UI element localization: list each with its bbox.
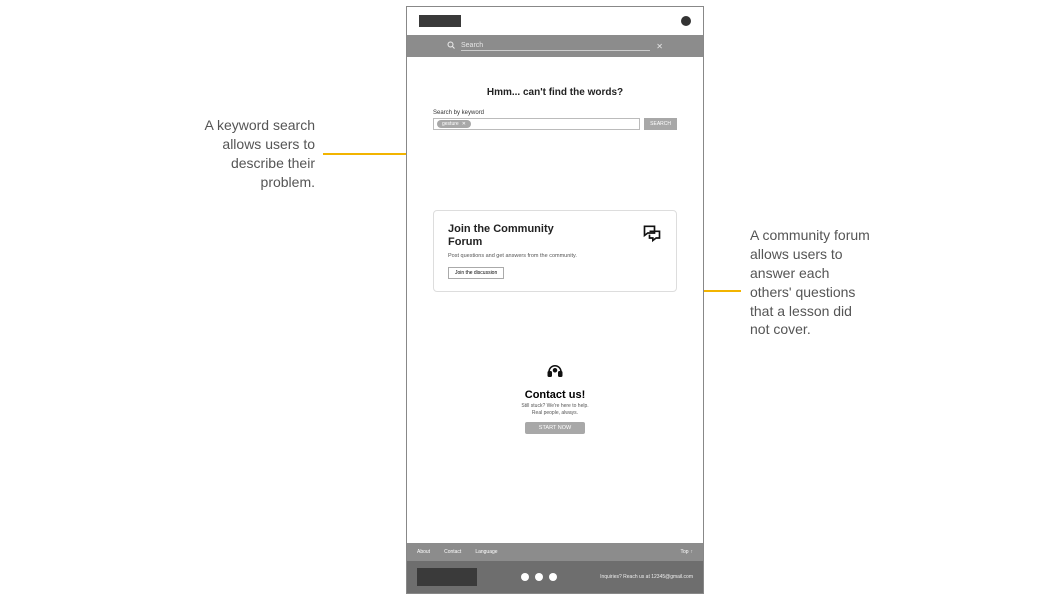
search-icon: [447, 41, 455, 51]
social-dot-2[interactable]: [535, 573, 543, 581]
app-logo: [419, 15, 461, 27]
footer-social-dots: [477, 573, 600, 581]
keyword-search-label: Search by keyword: [433, 110, 677, 116]
app-topbar: [407, 7, 703, 35]
avatar[interactable]: [681, 16, 691, 26]
keyword-search-row: gesture ✕ SEARCH: [433, 118, 677, 130]
global-search-placeholder: Search: [461, 42, 650, 51]
join-discussion-button[interactable]: Join the discussion: [448, 267, 504, 279]
global-search-bar[interactable]: Search ✕: [407, 35, 703, 57]
forum-icon: [642, 223, 662, 248]
keyword-search-input[interactable]: gesture ✕: [433, 118, 640, 130]
keyword-tag-label: gesture: [442, 121, 459, 127]
mobile-frame: Search ✕ Hmm... can't find the words? Se…: [406, 6, 704, 594]
footer-logo: [417, 568, 477, 586]
start-now-button[interactable]: START NOW: [525, 422, 585, 434]
community-forum-card: Join the Community Forum Post questions …: [433, 210, 677, 292]
footer-link-contact[interactable]: Contact: [444, 549, 461, 555]
back-to-top-label: Top: [680, 549, 688, 555]
social-dot-3[interactable]: [549, 573, 557, 581]
page-main: Hmm... can't find the words? Search by k…: [407, 87, 703, 434]
footer-links-bar: About Contact Language Top ↑: [407, 543, 703, 561]
contact-subtitle: Still stuck? We're here to help. Real pe…: [433, 403, 677, 416]
keyword-search-button[interactable]: SEARCH: [644, 118, 677, 130]
footer-link-language[interactable]: Language: [475, 549, 497, 555]
keyword-tag[interactable]: gesture ✕: [437, 120, 471, 128]
annotation-left: A keyword search allows users to describ…: [200, 116, 315, 192]
annotation-right: A community forum allows users to answer…: [750, 226, 870, 339]
contact-title: Contact us!: [433, 389, 677, 401]
community-card-subtitle: Post questions and get answers from the …: [448, 253, 578, 259]
headset-icon: [546, 362, 564, 385]
page-heading: Hmm... can't find the words?: [433, 87, 677, 98]
close-icon[interactable]: ✕: [656, 42, 663, 51]
footer-inquiries-text: Inquiries? Reach us at 12345@gmail.com: [600, 574, 693, 580]
arrow-up-icon: ↑: [691, 549, 694, 555]
footer-dark: Inquiries? Reach us at 12345@gmail.com: [407, 561, 703, 593]
footer-link-about[interactable]: About: [417, 549, 430, 555]
back-to-top[interactable]: Top ↑: [680, 549, 693, 555]
social-dot-1[interactable]: [521, 573, 529, 581]
tag-remove-icon[interactable]: ✕: [462, 121, 466, 127]
contact-section: Contact us! Still stuck? We're here to h…: [433, 362, 677, 434]
community-card-title: Join the Community Forum: [448, 223, 568, 249]
